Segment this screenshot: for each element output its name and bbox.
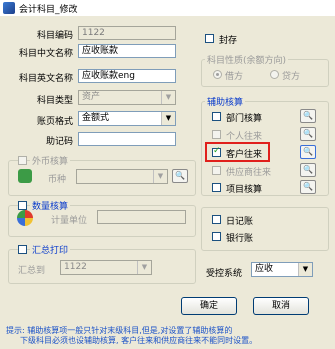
format-label: 账页格式 bbox=[36, 117, 73, 127]
aux-project-label: 项目核算 bbox=[226, 185, 263, 195]
summary-to-value: 1122 bbox=[64, 262, 87, 272]
currency-label: 币种 bbox=[48, 175, 67, 185]
cancel-button[interactable]: 取消 bbox=[253, 297, 309, 315]
summary-checkbox[interactable] bbox=[18, 245, 27, 254]
pie-icon bbox=[17, 210, 33, 226]
search-icon[interactable]: 🔍 bbox=[300, 180, 316, 194]
unit-label: 计量单位 bbox=[51, 216, 88, 226]
code-field: 1122 bbox=[78, 26, 176, 40]
aux-personal-label: 个人往来 bbox=[226, 132, 263, 142]
mnemonic-field[interactable] bbox=[78, 132, 176, 146]
aux-supplier-checkbox bbox=[212, 166, 221, 175]
ok-button[interactable]: 确定 bbox=[181, 297, 237, 315]
sealed-checkbox[interactable] bbox=[205, 34, 214, 43]
format-value: 金额式 bbox=[82, 113, 110, 123]
aux-customer-checkbox[interactable] bbox=[212, 146, 221, 157]
cn-name-label: 科目中文名称 bbox=[18, 49, 73, 59]
credit-label: 贷方 bbox=[282, 72, 301, 82]
title-bar: 会计科目_修改 bbox=[0, 0, 335, 16]
journal-checkbox[interactable] bbox=[212, 215, 221, 224]
aux-supplier-label: 供应商往来 bbox=[226, 168, 272, 178]
aux-dept-label: 部门核算 bbox=[226, 114, 263, 124]
currency-icon bbox=[18, 169, 32, 183]
type-label: 科目类型 bbox=[36, 96, 73, 106]
summary-to-select: 1122 ▼ bbox=[60, 260, 152, 275]
search-icon: 🔍 bbox=[300, 127, 316, 141]
format-select[interactable]: 金额式 ▼ bbox=[78, 111, 176, 126]
aux-project-checkbox[interactable] bbox=[212, 183, 221, 192]
sealed-label: 封存 bbox=[219, 36, 238, 46]
chevron-down-icon[interactable]: ▼ bbox=[161, 112, 175, 125]
ledger-group bbox=[201, 207, 329, 251]
mnemonic-label: 助记码 bbox=[45, 137, 73, 147]
en-name-label: 科目英文名称 bbox=[18, 74, 73, 84]
aux-title: 辅助核算 bbox=[205, 95, 246, 108]
controlled-label: 受控系统 bbox=[206, 269, 243, 279]
controlled-value: 应收 bbox=[255, 264, 274, 274]
hint-text: 提示: 辅助核算项一般只针对末级科目,但是,对设置了辅助核算的 下级科目必须也设… bbox=[6, 326, 332, 346]
aux-personal-checkbox bbox=[212, 130, 221, 139]
credit-radio bbox=[270, 70, 279, 79]
qty-title: 数量核算 bbox=[30, 199, 71, 212]
app-icon bbox=[3, 2, 15, 14]
search-icon[interactable]: 🔍 bbox=[300, 145, 316, 159]
controlled-select[interactable]: 应收 ▼ bbox=[251, 262, 313, 277]
dialog-window: 会计科目_修改 科目编码 1122 科目中文名称 应收账款 科目英文名称 应收账… bbox=[0, 0, 335, 349]
code-label: 科目编码 bbox=[36, 31, 73, 41]
search-icon[interactable]: 🔍 bbox=[300, 109, 316, 123]
currency-select: ▼ bbox=[76, 169, 168, 184]
hint-line-2: 下级科目必须也设辅助核算, 客户往来和供应商往来不能同时设置。 bbox=[20, 336, 258, 345]
en-name-field[interactable]: 应收账款eng bbox=[78, 69, 176, 83]
bankbook-checkbox[interactable] bbox=[212, 232, 221, 241]
summary-to-label: 汇总到 bbox=[18, 266, 46, 276]
chevron-down-icon: ▼ bbox=[153, 170, 167, 183]
debit-radio bbox=[213, 70, 222, 79]
chevron-down-icon: ▼ bbox=[137, 261, 151, 274]
qty-checkbox[interactable] bbox=[18, 201, 27, 210]
chevron-down-icon[interactable]: ▼ bbox=[298, 263, 312, 276]
aux-dept-checkbox[interactable] bbox=[212, 112, 221, 121]
search-icon: 🔍 bbox=[172, 169, 188, 183]
window-title: 会计科目_修改 bbox=[19, 5, 78, 15]
debit-label: 借方 bbox=[225, 72, 244, 82]
fx-checkbox bbox=[18, 156, 27, 165]
search-icon: 🔍 bbox=[300, 163, 316, 177]
type-select: 资产 ▼ bbox=[78, 90, 176, 105]
hint-line-1: 提示: 辅助核算项一般只针对末级科目,但是,对设置了辅助核算的 bbox=[6, 326, 233, 335]
nature-title: 科目性质(余额方向) bbox=[205, 53, 289, 66]
aux-customer-label: 客户往来 bbox=[226, 150, 263, 160]
journal-label: 日记账 bbox=[226, 217, 254, 227]
fx-title: 外币核算 bbox=[30, 154, 71, 167]
cn-name-field[interactable]: 应收账款 bbox=[78, 44, 176, 58]
summary-title: 汇总打印 bbox=[30, 243, 71, 256]
unit-field bbox=[97, 210, 186, 224]
bankbook-label: 银行账 bbox=[226, 234, 254, 244]
type-value: 资产 bbox=[82, 92, 101, 102]
chevron-down-icon: ▼ bbox=[161, 91, 175, 104]
